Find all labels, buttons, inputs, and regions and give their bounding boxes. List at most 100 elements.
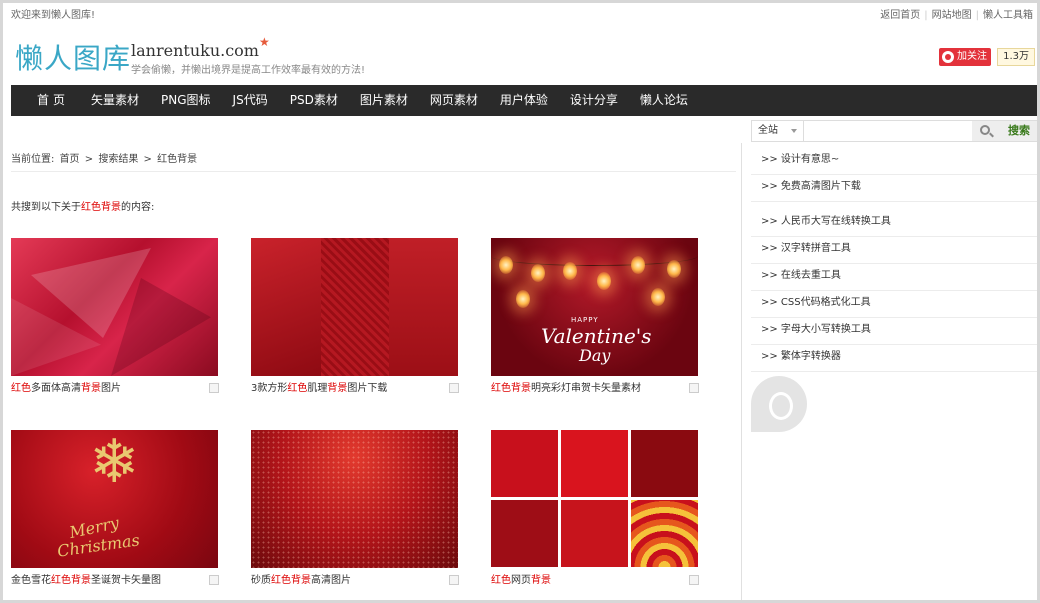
search-icon — [980, 125, 990, 135]
card-title-text: 红色背景明亮彩灯串贺卡矢量素材 — [491, 383, 641, 394]
decor — [499, 256, 513, 274]
card-title-text: 红色多面体高清背景图片 — [11, 383, 121, 394]
sidebar: >> 设计有意思~ >> 免费高清图片下载 >> 人民币大写在线转换工具 >> … — [751, 148, 1037, 432]
title-text: 圣诞贺卡矢量图 — [91, 575, 161, 586]
weibo-follow-button[interactable]: 加关注 — [939, 48, 991, 66]
nav-item-design[interactable]: 设计分享 — [560, 85, 628, 116]
top-bar: 欢迎来到懒人图库! 返回首页 | 网站地图 | 懒人工具箱 — [7, 7, 1037, 25]
decor — [389, 238, 458, 376]
slogan: 学会偷懒，并懒出境界是提高工作效率最有效的方法! — [131, 65, 366, 76]
decor — [251, 238, 321, 376]
card-thumbnail[interactable] — [251, 238, 458, 376]
search-bar: 全站 搜索 — [751, 120, 1037, 142]
decor — [563, 262, 577, 280]
snowflake-icon: ❄ — [89, 430, 140, 497]
card-title[interactable]: 红色网页背景 — [491, 574, 699, 588]
title-keyword: 红色背景 — [51, 575, 91, 586]
breadcrumb-current: 红色背景 — [157, 154, 198, 165]
decor — [321, 238, 389, 376]
nav-item-vector[interactable]: 矢量素材 — [81, 85, 149, 116]
result-card[interactable]: 砂质红色背景高清图片 — [251, 430, 459, 588]
decor — [651, 288, 665, 306]
breadcrumb: 当前位置: 首页 > 搜索结果 > 红色背景 — [11, 150, 199, 165]
result-card[interactable]: 红色多面体高清背景图片 — [11, 238, 219, 396]
sidebar-link[interactable]: >> 人民币大写在线转换工具 — [751, 210, 1037, 237]
nav-item-js[interactable]: JS代码 — [223, 85, 278, 116]
link-home[interactable]: 返回首页 — [876, 10, 924, 21]
card-title[interactable]: 红色背景明亮彩灯串贺卡矢量素材 — [491, 382, 699, 396]
external-icon[interactable] — [449, 575, 459, 585]
result-suffix: 的内容: — [121, 202, 155, 213]
card-thumbnail[interactable] — [11, 238, 218, 376]
nav-item-images[interactable]: 图片素材 — [350, 85, 418, 116]
decor — [251, 430, 458, 568]
logo-domain[interactable]: lanrentuku.com — [131, 41, 259, 60]
title-keyword: 红色 — [287, 383, 308, 394]
sidebar-link[interactable]: >> 汉字转拼音工具 — [751, 237, 1037, 264]
decor — [531, 264, 545, 282]
card-thumbnail[interactable]: HAPPY Valentine's Day — [491, 238, 698, 376]
breadcrumb-sep: > — [143, 154, 152, 165]
main-content: 当前位置: 首页 > 搜索结果 > 红色背景 共搜到以下关于红色背景的内容: 红… — [11, 143, 736, 600]
result-prefix: 共搜到以下关于 — [11, 202, 81, 213]
sidebar-link[interactable]: >> 设计有意思~ — [751, 148, 1037, 175]
link-sitemap[interactable]: 网站地图 — [928, 10, 976, 21]
card-thumbnail[interactable] — [491, 430, 698, 568]
welcome-text: 欢迎来到懒人图库! — [11, 10, 96, 21]
column-divider — [741, 143, 742, 600]
card-title[interactable]: 砂质红色背景高清图片 — [251, 574, 459, 588]
title-text: 图片 — [101, 383, 121, 394]
nav-item-forum[interactable]: 懒人论坛 — [630, 85, 698, 116]
search-input[interactable] — [806, 122, 966, 140]
nav-item-png[interactable]: PNG图标 — [151, 85, 221, 116]
title-text: 金色雪花 — [11, 575, 51, 586]
fans-count: 1.3万 — [997, 48, 1035, 66]
logo-cn[interactable]: 懒人图库 — [15, 37, 131, 77]
result-card[interactable]: HAPPY Valentine's Day 红色背景明亮彩灯串贺卡矢量素材 — [491, 238, 699, 396]
sidebar-link[interactable]: >> 免费高清图片下载 — [751, 175, 1037, 202]
top-links: 返回首页 | 网站地图 | 懒人工具箱 — [876, 7, 1037, 25]
star-icon: ★ — [259, 35, 270, 49]
result-card[interactable]: 红色网页背景 — [491, 430, 699, 588]
card-thumbnail[interactable] — [251, 430, 458, 568]
decor — [631, 500, 698, 567]
result-keyword: 红色背景 — [81, 202, 121, 213]
decor — [516, 290, 530, 308]
sidebar-link[interactable]: >> 在线去重工具 — [751, 264, 1037, 291]
external-icon[interactable] — [449, 383, 459, 393]
card-title-text: 红色网页背景 — [491, 575, 551, 586]
decor — [631, 256, 645, 274]
card-title[interactable]: 红色多面体高清背景图片 — [11, 382, 219, 396]
title-keyword: 红色背景 — [491, 383, 531, 394]
follow-label: 加关注 — [957, 51, 987, 62]
sidebar-link[interactable]: >> CSS代码格式化工具 — [751, 291, 1037, 318]
nav-item-psd[interactable]: PSD素材 — [280, 85, 348, 116]
search-button[interactable]: 搜索 — [972, 121, 1037, 141]
card-title[interactable]: 3款方形红色肌理背景图片下载 — [251, 382, 459, 396]
external-icon[interactable] — [209, 575, 219, 585]
external-icon[interactable] — [209, 383, 219, 393]
breadcrumb-search[interactable]: 搜索结果 — [98, 154, 138, 165]
sidebar-link[interactable]: >> 字母大小写转换工具 — [751, 318, 1037, 345]
result-card[interactable]: 3款方形红色肌理背景图片下载 — [251, 238, 459, 396]
card-title[interactable]: 金色雪花红色背景圣诞贺卡矢量图 — [11, 574, 219, 588]
title-text: 图片下载 — [347, 383, 388, 394]
nav-item-ux[interactable]: 用户体验 — [490, 85, 558, 116]
nav-item-home[interactable]: 首页 — [13, 85, 79, 116]
decor — [631, 430, 698, 497]
card-art-text: Valentine's — [541, 324, 652, 348]
title-text: 砂质 — [251, 575, 271, 586]
search-scope-select[interactable]: 全站 — [752, 121, 804, 141]
result-card[interactable]: ❄ Merry Christmas 金色雪花红色背景圣诞贺卡矢量图 — [11, 430, 219, 588]
sidebar-link[interactable]: >> 繁体字转换器 — [751, 345, 1037, 372]
decor — [491, 500, 558, 567]
card-thumbnail[interactable]: ❄ Merry Christmas — [11, 430, 218, 568]
site-header: 懒人图库 lanrentuku.com ★ 学会偷懒，并懒出境界是提高工作效率最… — [13, 33, 1037, 83]
external-icon[interactable] — [689, 575, 699, 585]
card-title-text: 3款方形红色肌理背景图片下载 — [251, 383, 387, 394]
link-toolbox[interactable]: 懒人工具箱 — [979, 10, 1037, 21]
nav-item-web[interactable]: 网页素材 — [420, 85, 488, 116]
external-icon[interactable] — [689, 383, 699, 393]
breadcrumb-home[interactable]: 首页 — [60, 154, 80, 165]
decor — [491, 246, 698, 266]
